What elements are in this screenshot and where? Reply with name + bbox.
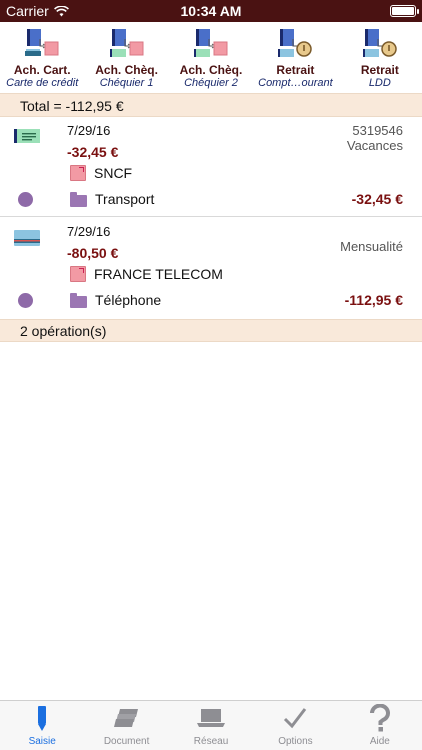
quick-entry-toolbar: Ach. Cart. Carte de crédit Ach. Chèq. Ch… xyxy=(0,22,422,92)
cheque-purchase-icon xyxy=(194,29,228,57)
tool-card-purchase[interactable]: Ach. Cart. Carte de crédit xyxy=(0,22,84,92)
total-header: Total = -112,95 € xyxy=(0,93,422,117)
payee-icon xyxy=(70,165,86,181)
tool-label: Ach. Cart. xyxy=(13,63,71,77)
payee-name: FRANCE TELECOM xyxy=(94,266,223,282)
operation-payee: FRANCE TELECOM xyxy=(70,264,223,284)
tool-label: Retrait xyxy=(276,63,315,77)
tool-withdrawal-current[interactable]: Retrait Compt…ourant xyxy=(253,22,337,92)
tool-label: Retrait xyxy=(360,63,399,77)
category-dot-icon xyxy=(18,293,33,308)
checkmark-icon xyxy=(284,708,307,729)
card-purchase-icon xyxy=(25,29,59,56)
tab-label: Options xyxy=(278,736,313,747)
operation-row[interactable]: 7/29/16 -32,45 € 5319546 Vacances SNCF T… xyxy=(0,117,422,217)
battery-icon xyxy=(390,5,419,17)
tool-cheque-purchase-1[interactable]: Ach. Chèq. Chéquier 1 xyxy=(84,22,168,92)
question-icon xyxy=(369,704,390,732)
operation-row[interactable]: 7/29/16 -80,50 € Mensualité FRANCE TELEC… xyxy=(0,218,422,319)
operation-balance: -32,45 € xyxy=(351,191,403,207)
tool-sublabel: Carte de crédit xyxy=(6,77,79,89)
cheque-icon xyxy=(14,129,40,143)
documents-icon xyxy=(113,709,138,727)
tab-reseau[interactable]: Réseau xyxy=(169,701,253,750)
operation-count-footer: 2 opération(s) xyxy=(0,319,422,342)
tool-sublabel: Chéquier 1 xyxy=(99,77,154,89)
category-name: Téléphone xyxy=(95,292,162,308)
clock: 10:34 AM xyxy=(180,3,242,19)
operation-category: Téléphone xyxy=(70,290,161,310)
card-icon xyxy=(14,230,40,246)
tool-sublabel: LDD xyxy=(368,77,391,89)
tab-label: Réseau xyxy=(193,736,229,747)
operation-count: 2 opération(s) xyxy=(20,323,107,339)
operation-amount: -80,50 € xyxy=(67,245,119,261)
laptop-icon xyxy=(197,709,226,727)
status-bar: Carrier 10:34 AM xyxy=(0,0,422,22)
payee-icon xyxy=(70,266,86,282)
operation-note: Vacances xyxy=(346,138,403,153)
tab-saisie[interactable]: Saisie xyxy=(0,701,84,750)
payee-name: SNCF xyxy=(94,165,133,181)
tool-label: Ach. Chèq. xyxy=(95,63,158,77)
tool-sublabel: Chéquier 2 xyxy=(184,77,238,89)
operation-note: Mensualité xyxy=(340,239,403,254)
tool-withdrawal-ldd[interactable]: Retrait LDD xyxy=(338,22,422,92)
operation-date: 7/29/16 xyxy=(67,123,111,138)
operation-date: 7/29/16 xyxy=(67,224,111,239)
folder-icon xyxy=(70,191,87,207)
tab-aide[interactable]: Aide xyxy=(338,701,422,750)
operation-reference: 5319546 xyxy=(352,123,403,138)
pen-icon xyxy=(38,706,47,731)
withdrawal-icon xyxy=(278,29,313,57)
tab-label: Aide xyxy=(369,736,390,747)
tab-options[interactable]: Options xyxy=(253,701,337,750)
tool-cheque-purchase-2[interactable]: Ach. Chèq. Chéquier 2 xyxy=(169,22,253,92)
tab-bar: Saisie Document Réseau Options Aide xyxy=(0,700,422,750)
withdrawal-icon xyxy=(362,29,397,57)
operation-category: Transport xyxy=(70,189,154,209)
cheque-purchase-icon xyxy=(109,29,144,57)
category-name: Transport xyxy=(95,191,155,207)
operation-balance: -112,95 € xyxy=(344,292,403,308)
tab-label: Document xyxy=(103,736,150,747)
tool-label: Ach. Chèq. xyxy=(179,63,243,77)
tab-document[interactable]: Document xyxy=(84,701,168,750)
tool-sublabel: Compt…ourant xyxy=(258,77,333,89)
category-dot-icon xyxy=(18,192,33,207)
total-label: Total = -112,95 € xyxy=(20,98,124,114)
tab-label: Saisie xyxy=(28,736,56,747)
operation-amount: -32,45 € xyxy=(67,144,119,160)
operation-payee: SNCF xyxy=(70,163,132,183)
folder-icon xyxy=(70,292,87,308)
